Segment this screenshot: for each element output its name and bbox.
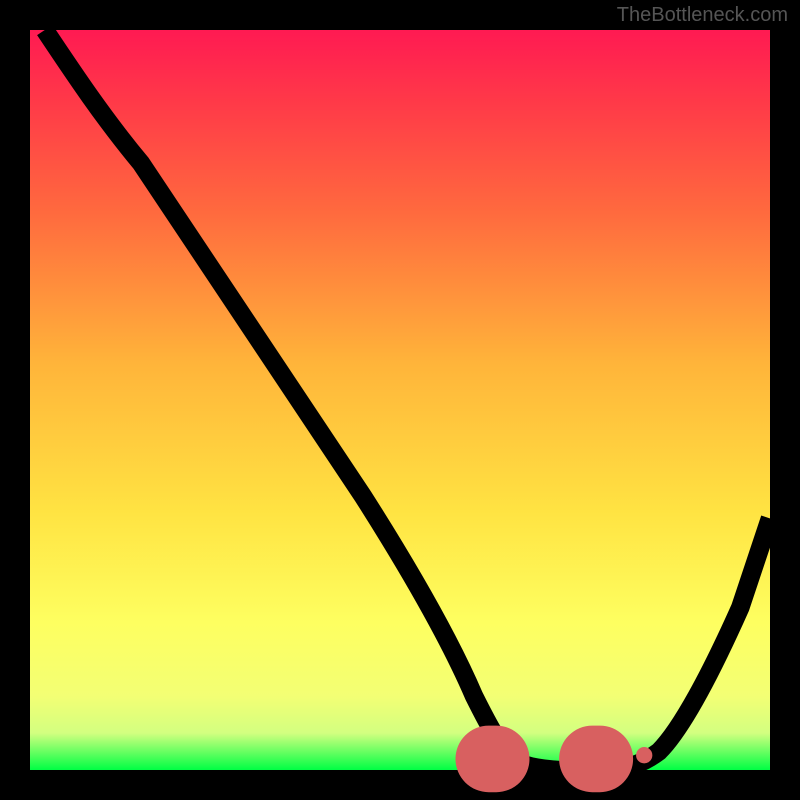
- chart-plot-area: [30, 30, 770, 770]
- watermark-text: TheBottleneck.com: [617, 4, 788, 27]
- chart-svg: [30, 30, 770, 770]
- bottleneck-curve-line: [45, 30, 770, 771]
- valley-end-dot: [636, 747, 652, 763]
